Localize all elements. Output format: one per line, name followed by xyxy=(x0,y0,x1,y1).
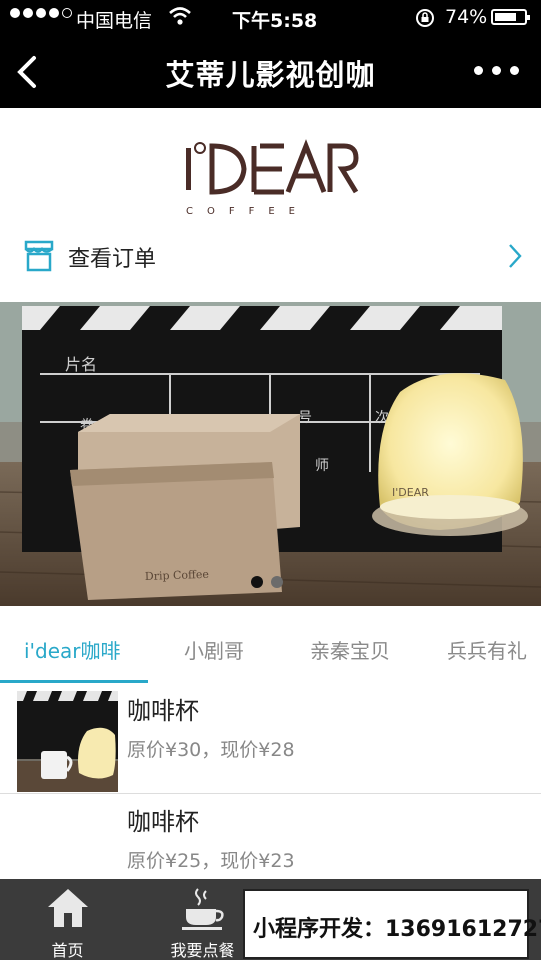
banner-carousel[interactable]: 片名 卷 号 次数 师 Drip Coffee I'DEAR xyxy=(0,302,541,606)
product-name: 咖啡杯 xyxy=(127,808,199,836)
carousel-indicator xyxy=(251,576,283,588)
page-title: 艾蒂儿影视创咖 xyxy=(165,58,376,92)
storefront-icon xyxy=(24,240,54,276)
svg-text:I'DEAR: I'DEAR xyxy=(392,486,429,499)
status-bar: 中国电信 下午5:58 74% xyxy=(0,0,541,36)
wifi-icon xyxy=(168,6,192,31)
product-name: 咖啡杯 xyxy=(127,697,199,725)
clock: 下午5:58 xyxy=(232,10,318,32)
rotation-lock-icon xyxy=(415,8,435,33)
more-menu-button[interactable] xyxy=(474,66,519,75)
carousel-dot[interactable] xyxy=(271,576,283,588)
tab-idear-coffee[interactable]: i'dear咖啡 xyxy=(24,635,121,664)
tab-home-label: 首页 xyxy=(51,941,84,960)
product-item[interactable]: 咖啡杯 原价¥30，现价¥28 xyxy=(0,683,541,793)
tab-home[interactable]: 首页 xyxy=(0,879,135,960)
product-price: 原价¥25，现价¥23 xyxy=(127,850,295,872)
product-price: 原价¥30，现价¥28 xyxy=(127,739,295,761)
tab-bingbing-youli[interactable]: 兵兵有礼 xyxy=(447,635,527,664)
developer-contact-banner: 小程序开发：13691612727 xyxy=(243,889,541,959)
brand-logo: COFFEE xyxy=(184,138,359,218)
svg-text:Drip Coffee: Drip Coffee xyxy=(145,568,209,583)
developer-contact-text: 小程序开发：13691612727 xyxy=(253,917,541,942)
view-orders-row[interactable]: 查看订单 xyxy=(0,228,541,286)
logo-subtitle: COFFEE xyxy=(186,206,309,217)
banner-image: 片名 卷 号 次数 师 Drip Coffee I'DEAR xyxy=(0,302,541,606)
battery-percent: 74% xyxy=(445,6,488,28)
tab-qinqin-baobei[interactable]: 亲秦宝贝 xyxy=(310,635,390,664)
home-icon xyxy=(46,887,90,933)
category-tabs: i'dear咖啡 小剧哥 亲秦宝贝 兵兵有礼 xyxy=(0,607,541,683)
view-orders-label: 查看订单 xyxy=(68,247,157,272)
product-item[interactable]: 咖啡杯 原价¥25，现价¥23 xyxy=(0,794,541,880)
signal-strength-icon xyxy=(10,8,72,18)
battery-icon xyxy=(491,9,530,25)
chevron-right-icon xyxy=(507,242,523,274)
coffee-cup-icon xyxy=(180,887,226,935)
svg-text:师: 师 xyxy=(315,458,329,474)
nav-bar: 艾蒂儿影视创咖 xyxy=(0,36,541,108)
svg-text:号: 号 xyxy=(298,410,312,426)
tab-xiaojuge[interactable]: 小剧哥 xyxy=(184,635,244,664)
idear-logo-mark xyxy=(186,139,359,195)
carousel-dot[interactable] xyxy=(251,576,263,588)
svg-text:片名: 片名 xyxy=(65,355,97,374)
carrier-name: 中国电信 xyxy=(76,10,153,32)
product-thumbnail xyxy=(17,691,118,792)
